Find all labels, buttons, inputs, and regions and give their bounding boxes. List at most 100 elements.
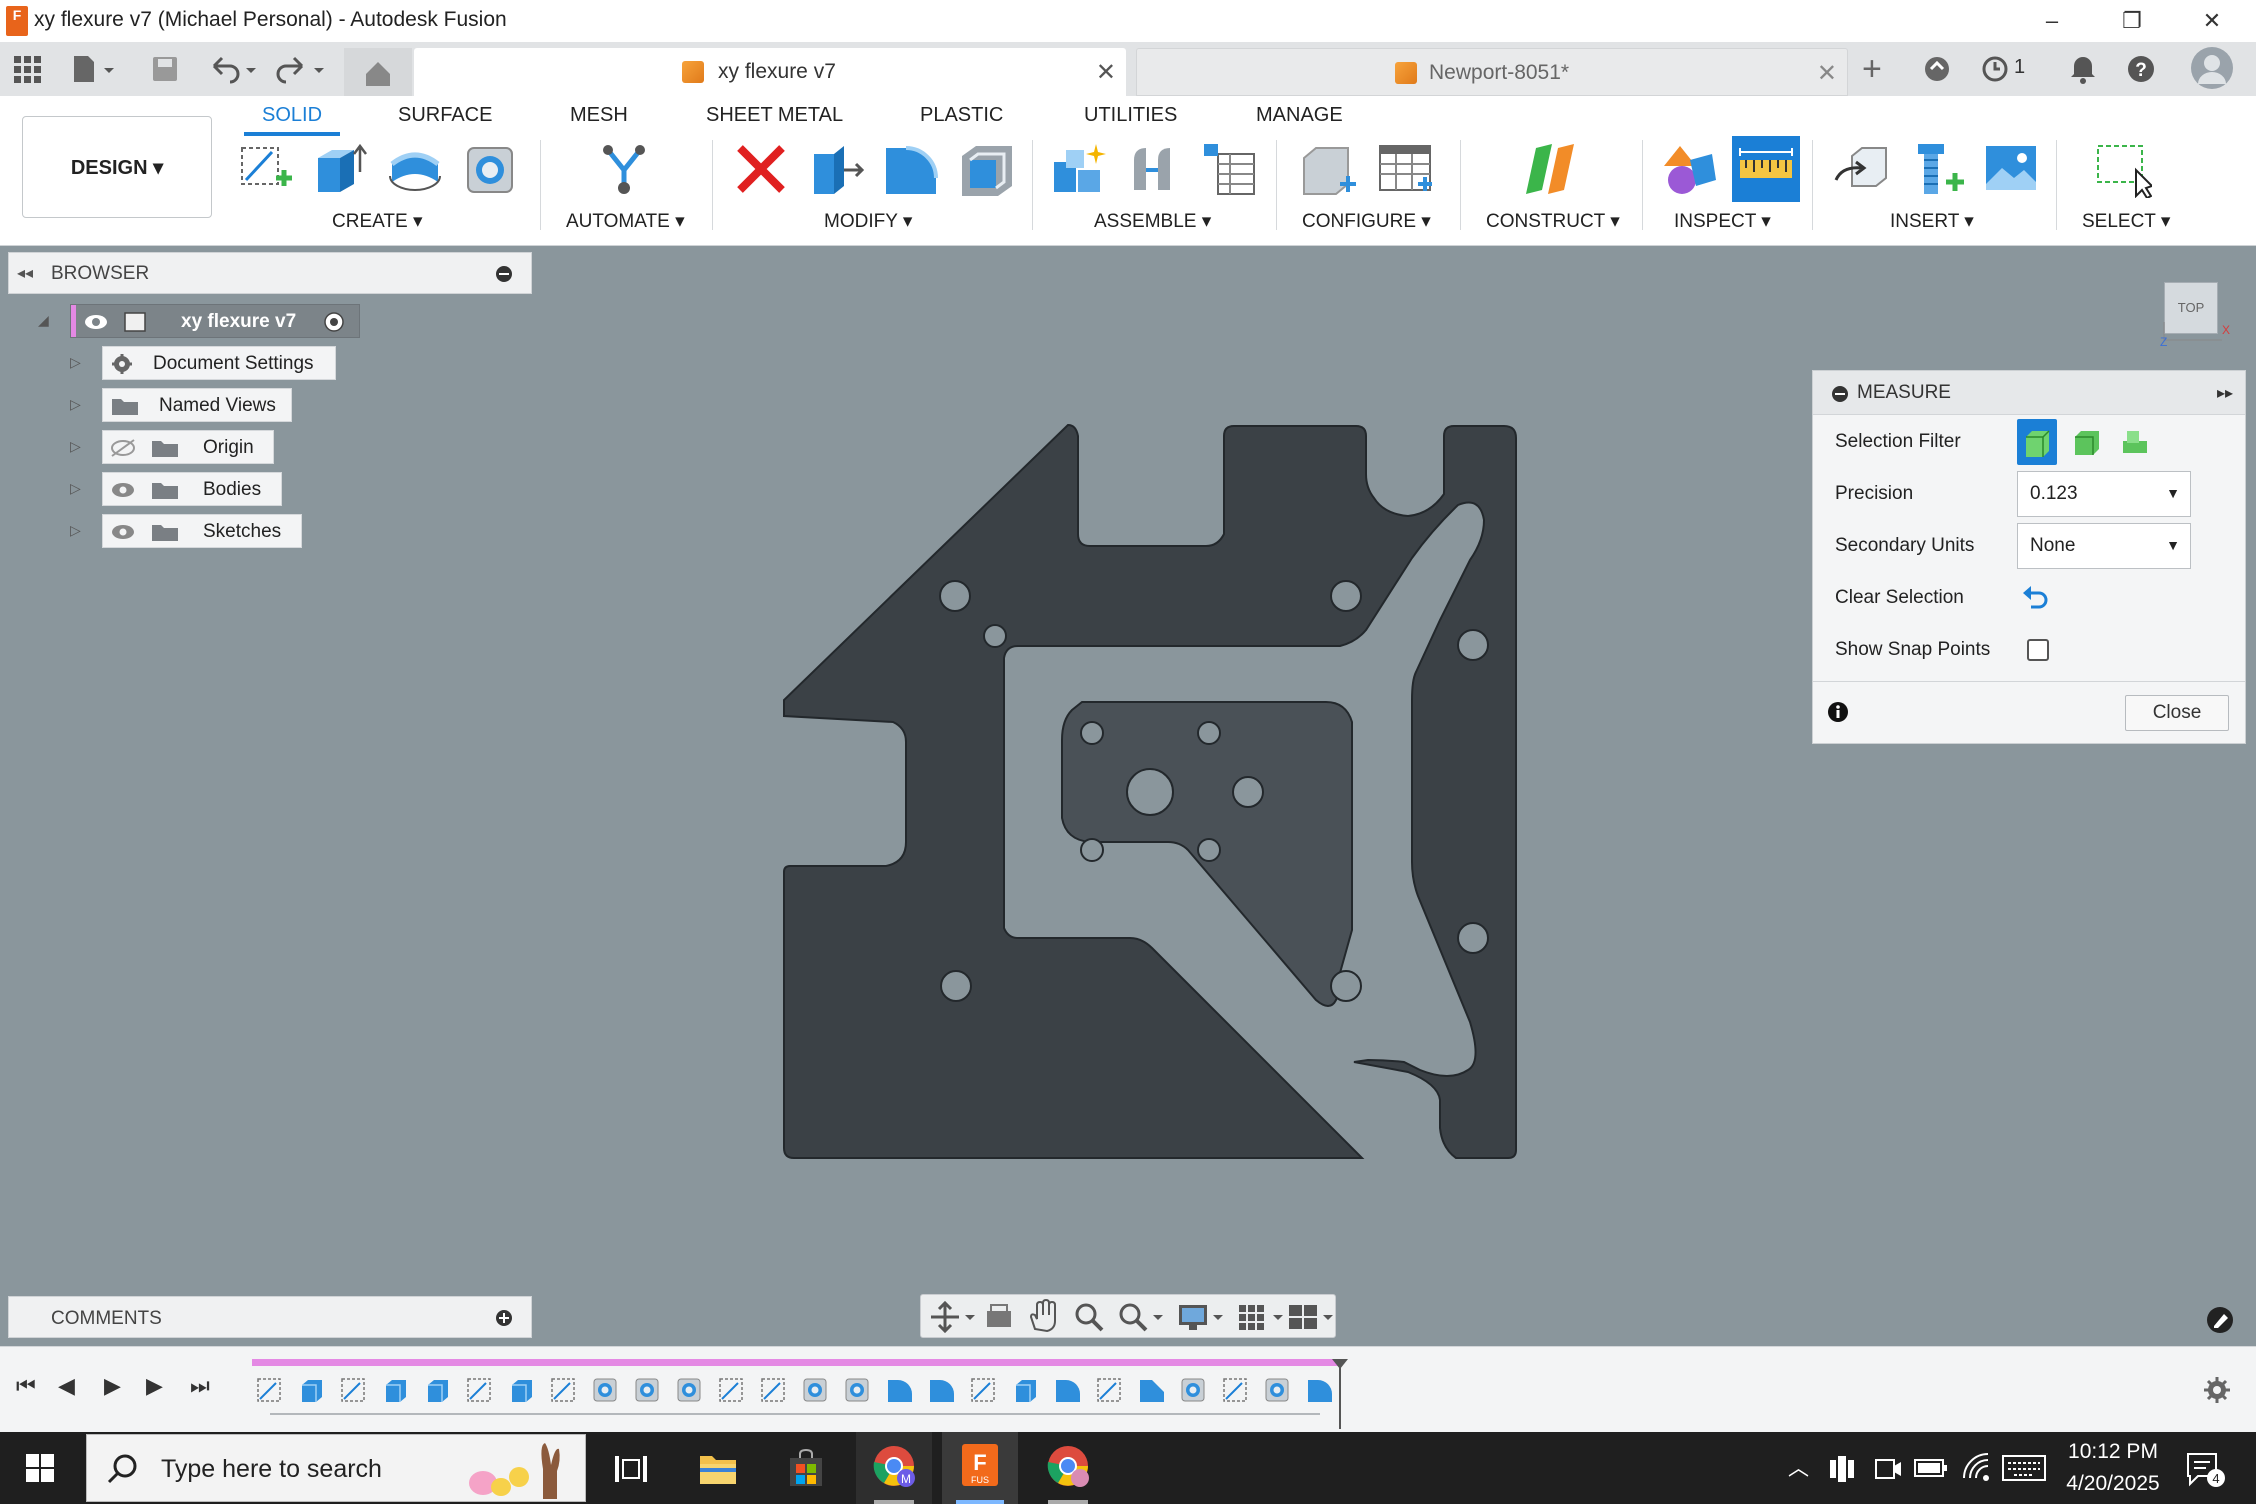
info-icon[interactable] [1827, 701, 1849, 723]
go-to-end-icon[interactable]: ⏭ [190, 1373, 210, 1399]
expand-icon[interactable]: ▷ [70, 480, 81, 497]
workspace-switcher[interactable]: DESIGN ▾ [22, 116, 212, 218]
tab-manage[interactable]: MANAGE [1256, 104, 1343, 127]
display-settings-icon[interactable] [1177, 1301, 1225, 1333]
visibility-eye-icon[interactable] [109, 481, 137, 499]
configure-menu[interactable]: CONFIGURE ▾ [1302, 210, 1431, 233]
visibility-eye-icon[interactable] [109, 523, 137, 541]
task-view-icon[interactable] [614, 1454, 648, 1484]
timeline-marker[interactable] [1330, 1357, 1350, 1431]
windows-start-icon[interactable] [26, 1454, 56, 1484]
browser-item-bodies[interactable]: Bodies [102, 472, 282, 506]
add-comment-icon[interactable] [495, 1309, 513, 1327]
app-grid-icon[interactable] [14, 56, 42, 84]
timeline-feature-sketch-icon[interactable] [971, 1378, 995, 1402]
minimize-button[interactable]: – [2022, 4, 2082, 38]
timeline-feature-sketch-icon[interactable] [719, 1378, 743, 1402]
modify-menu[interactable]: MODIFY ▾ [824, 210, 912, 233]
minimize-dialog-icon[interactable] [1831, 385, 1849, 403]
revolve-icon[interactable] [386, 140, 444, 198]
joint-icon[interactable] [1126, 140, 1184, 198]
configuration-table-icon[interactable] [1376, 140, 1434, 198]
create-sketch-icon[interactable] [236, 140, 294, 198]
browser-root-node[interactable]: xy flexure v7 [70, 304, 360, 338]
taskbar-chrome-profile-2[interactable] [1030, 1432, 1106, 1504]
expand-icon[interactable]: ▷ [70, 438, 81, 455]
taskbar-chrome-profile-m[interactable]: M [856, 1432, 932, 1504]
timeline-feature-sketch-icon[interactable] [467, 1378, 491, 1402]
bill-of-materials-icon[interactable] [1200, 140, 1258, 198]
tray-app-icon[interactable] [1828, 1454, 1856, 1482]
zoom-window-icon[interactable] [1117, 1301, 1165, 1333]
minimize-panel-icon[interactable] [495, 265, 513, 283]
viewports-icon[interactable] [1287, 1301, 1335, 1333]
insert-derive-icon[interactable] [1832, 140, 1890, 198]
timeline-feature-sketch-icon[interactable] [761, 1378, 785, 1402]
comments-panel-header[interactable]: COMMENTS [8, 1296, 532, 1338]
extrude-icon[interactable] [310, 140, 368, 198]
measure-button[interactable] [1732, 136, 1800, 202]
browser-item-origin[interactable]: Origin [102, 430, 274, 464]
timeline-feature-chamfer-icon[interactable] [1140, 1380, 1164, 1402]
tab-sheet-metal[interactable]: SHEET METAL [706, 104, 843, 127]
timeline-feature-extrude-icon[interactable] [1016, 1380, 1036, 1402]
grid-settings-icon[interactable] [1237, 1301, 1285, 1333]
pan-hand-icon[interactable] [1027, 1299, 1059, 1333]
clock-date[interactable]: 4/20/2025 [2058, 1472, 2168, 1496]
timeline-feature-fillet-icon[interactable] [1308, 1380, 1332, 1402]
tab-plastic[interactable]: PLASTIC [920, 104, 1003, 127]
expand-icon[interactable]: ▷ [70, 354, 81, 371]
window-select-icon[interactable] [2094, 140, 2152, 198]
taskbar-search-box[interactable]: Type here to search [86, 1434, 586, 1502]
visibility-hidden-icon[interactable] [109, 438, 137, 458]
interference-icon[interactable] [1660, 140, 1718, 198]
inspect-menu[interactable]: INSPECT ▾ [1674, 210, 1771, 233]
shell-icon[interactable] [958, 140, 1016, 198]
filter-body-button[interactable] [2017, 419, 2057, 465]
timeline-feature-sketch-icon[interactable] [1223, 1378, 1247, 1402]
step-back-icon[interactable]: ◀︎ [58, 1373, 75, 1399]
timeline-features[interactable] [252, 1371, 1342, 1415]
press-pull-icon[interactable] [808, 140, 866, 198]
clear-selection-undo-icon[interactable] [2021, 583, 2051, 611]
user-avatar[interactable] [2190, 46, 2234, 90]
clock-time[interactable]: 10:12 PM [2058, 1440, 2168, 1464]
new-tab-icon[interactable]: + [1862, 50, 1882, 89]
taskbar-fusion-app[interactable]: F FUS [942, 1432, 1018, 1504]
go-to-start-icon[interactable]: ⏮ [16, 1373, 36, 1399]
timeline-feature-hole-icon[interactable] [845, 1378, 869, 1402]
assemble-menu[interactable]: ASSEMBLE ▾ [1094, 210, 1211, 233]
face-filter-icon[interactable] [2069, 423, 2105, 459]
show-snap-points-checkbox[interactable] [2027, 639, 2049, 661]
timeline-feature-extrude-icon[interactable] [386, 1380, 406, 1402]
notification-center-icon[interactable]: 4 [2186, 1452, 2226, 1488]
tab-close-icon[interactable]: ✕ [1096, 58, 1116, 87]
keyboard-icon[interactable] [2002, 1454, 2046, 1482]
save-icon[interactable] [150, 54, 180, 84]
timeline-feature-extrude-icon[interactable] [512, 1380, 532, 1402]
timeline-feature-hole-icon[interactable] [635, 1378, 659, 1402]
activate-component-icon[interactable] [323, 311, 345, 333]
file-menu-icon[interactable] [72, 54, 118, 84]
collapse-panel-icon[interactable]: ◂◂ [17, 263, 33, 283]
expand-icon[interactable]: ▷ [70, 396, 81, 413]
browser-item-named-views[interactable]: Named Views [102, 388, 292, 422]
tab-close-icon[interactable]: ✕ [1817, 59, 1837, 88]
measure-header[interactable]: MEASURE ▸▸ [1813, 371, 2245, 415]
timeline-feature-hole-icon[interactable] [593, 1378, 617, 1402]
timeline-feature-fillet-icon[interactable] [888, 1380, 912, 1402]
tab-newport[interactable]: Newport-8051* ✕ [1136, 48, 1848, 96]
timeline-feature-fillet-icon[interactable] [930, 1380, 954, 1402]
timeline-feature-hole-icon[interactable] [803, 1378, 827, 1402]
timeline-feature-fillet-icon[interactable] [1056, 1380, 1080, 1402]
configure-icon[interactable] [1300, 140, 1358, 198]
fillet-icon[interactable] [882, 140, 940, 198]
sketch-pencil-icon[interactable] [2206, 1306, 2234, 1334]
browser-item-sketches[interactable]: Sketches [102, 514, 302, 548]
timeline-progress[interactable] [252, 1359, 1338, 1366]
precision-select[interactable]: 0.123 ▼ [2017, 471, 2191, 517]
insert-menu[interactable]: INSERT ▾ [1890, 210, 1974, 233]
browser-panel-header[interactable]: ◂◂ BROWSER [8, 252, 532, 294]
tab-solid[interactable]: SOLID [262, 104, 322, 127]
visibility-eye-icon[interactable] [83, 313, 109, 331]
